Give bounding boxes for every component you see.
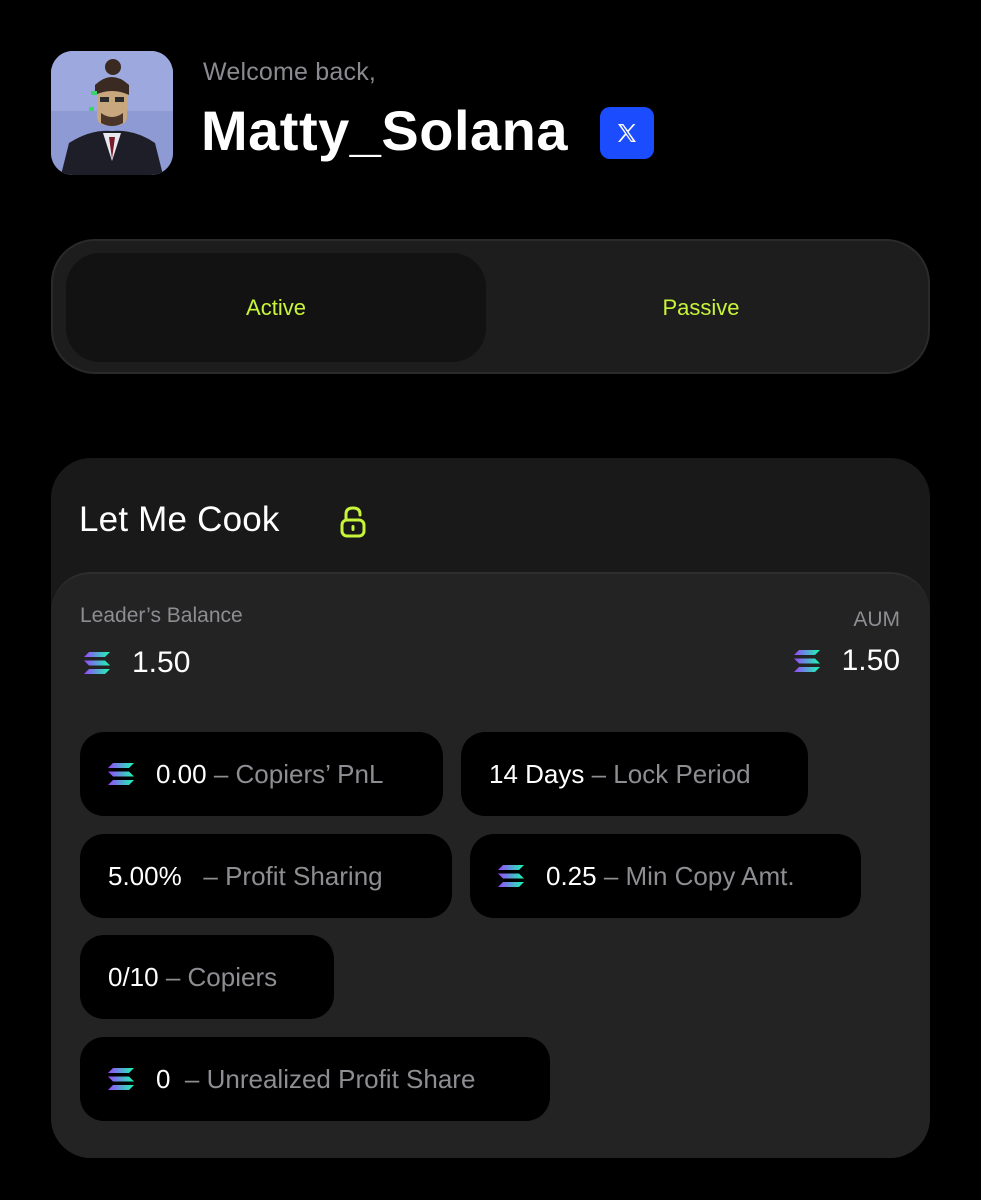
unlock-icon[interactable] [340,506,366,538]
leader-balance-value: 1.50 [132,646,191,679]
leader-balance-label: Leader’s Balance [80,604,243,627]
copiers-label: – Copiers [165,961,278,992]
copiers-value: 0/10 [108,961,159,992]
unrealized-value: 0 [156,1063,171,1094]
solana-icon [793,650,820,672]
avatar-image [51,51,173,175]
solana-icon [84,652,110,674]
profit-sharing-value: 5.00% [108,860,182,891]
tab-active[interactable]: Active [66,253,486,362]
profit-sharing-label: – Profit Sharing [203,860,383,891]
aum-label: AUM [853,608,900,631]
leader-balance: 1.50 [84,646,190,680]
strategy-title: Let Me Cook [79,500,280,539]
stat-lock-period: 14 Days – Lock Period [461,732,808,816]
copiers-pnl-value: 0.00 [156,758,207,789]
avatar[interactable] [51,51,173,175]
aum-value: 1.50 [841,644,900,677]
solana-icon [108,763,134,785]
strategy-card: Let Me Cook Leader’s Balance 1.50 AUM 1.… [51,458,930,1158]
min-copy-label: – Min Copy Amt. [603,860,795,891]
lock-period-label: – Lock Period [591,758,751,789]
solana-icon [498,865,524,887]
unrealized-label: – Unrealized Profit Share [184,1063,476,1094]
page: Welcome back, Matty_Solana Active Passiv… [0,0,981,1200]
stat-min-copy: 0.25 – Min Copy Amt. [470,834,861,918]
solana-icon [108,1068,134,1090]
username: Matty_Solana [201,99,568,162]
welcome-text: Welcome back, [203,58,377,86]
stat-copiers: 0/10 – Copiers [80,935,334,1019]
stat-copiers-pnl: 0.00 – Copiers’ PnL [80,732,443,816]
tab-passive[interactable]: Passive [491,253,911,362]
x-logo-icon[interactable] [600,107,654,159]
strategy-details: Leader’s Balance 1.50 AUM 1.50 0.00 – Co… [51,572,930,1158]
mode-tabs: Active Passive [51,239,930,374]
min-copy-value: 0.25 [546,860,597,891]
copiers-pnl-label: – Copiers’ PnL [213,758,384,789]
stat-unrealized-profit-share: 0 – Unrealized Profit Share [80,1037,550,1121]
lock-period-value: 14 Days [489,758,585,789]
aum: 1.50 [793,644,900,678]
stat-profit-sharing: 5.00% – Profit Sharing [80,834,452,918]
